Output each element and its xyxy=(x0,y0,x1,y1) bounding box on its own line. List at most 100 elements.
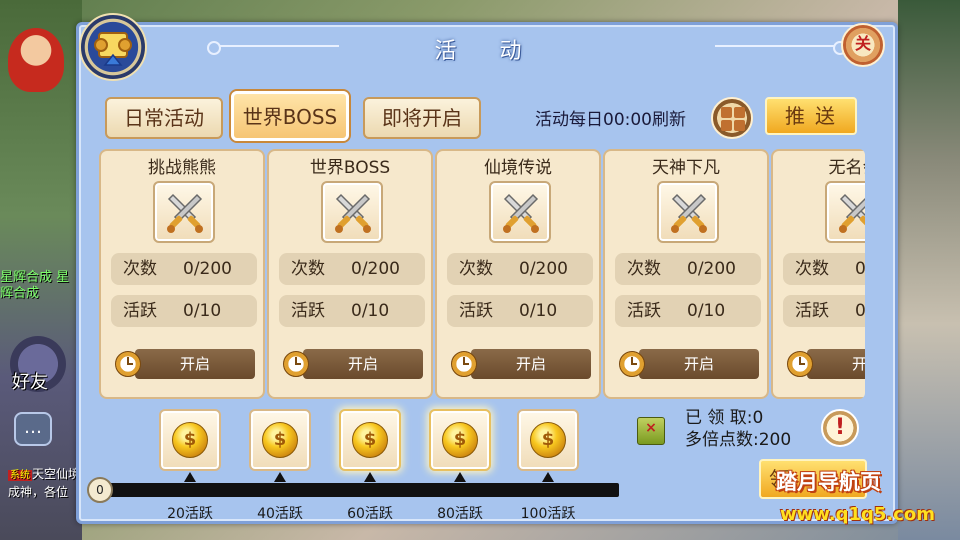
card-title: 挑战熊熊 xyxy=(148,158,216,178)
reward-chest-100[interactable] xyxy=(517,409,579,471)
scroll-emblem-icon xyxy=(79,13,147,81)
milestone-label: 40活跃 xyxy=(257,506,303,522)
count-row: 次数 0/200 xyxy=(111,253,257,285)
chat-preview[interactable]: 系统 天空仙境成神，各位 xyxy=(8,466,84,500)
count-label: 次数 xyxy=(123,259,157,279)
coin-icon xyxy=(352,422,388,458)
activity-card[interactable]: 世界BOSS 次数 0/200 活跃 0/10 开启 xyxy=(267,149,433,399)
fortune-god-avatar[interactable] xyxy=(8,28,64,92)
count-row: 次数 0/200 xyxy=(783,253,865,285)
count-label: 次数 xyxy=(627,259,661,279)
close-button[interactable]: 关 xyxy=(841,23,885,67)
reward-chest-60[interactable] xyxy=(339,409,401,471)
card-title: 无名会 xyxy=(828,158,866,178)
card-title: 仙境传说 xyxy=(484,158,552,178)
activity-card[interactable]: 天神下凡 次数 0/200 活跃 0/10 开启 xyxy=(603,149,769,399)
tab-world-boss[interactable]: 世界BOSS xyxy=(231,91,349,141)
chat-tag: 系统 xyxy=(8,470,32,481)
activity-value: 0/10 xyxy=(519,301,558,321)
milestone-label: 100活跃 xyxy=(520,506,576,522)
activity-label: 活跃 xyxy=(795,301,829,321)
multiplier-points: 多倍点数:200 xyxy=(685,430,792,450)
clock-icon xyxy=(619,351,645,377)
count-value: 0/200 xyxy=(183,259,232,279)
track-tick xyxy=(542,472,554,482)
count-row: 次数 0/200 xyxy=(447,253,593,285)
coin-icon xyxy=(172,422,208,458)
milestone-label: 80活跃 xyxy=(437,506,483,522)
background-right xyxy=(898,0,960,540)
clock-icon xyxy=(787,351,813,377)
activity-value: 0/10 xyxy=(183,301,222,321)
card-title: 天神下凡 xyxy=(652,158,720,178)
track-tick xyxy=(184,472,196,482)
claimed-count: 已 领 取:0 xyxy=(685,408,764,428)
activity-row: 活跃 0/10 xyxy=(447,295,593,327)
push-button[interactable]: 推送 xyxy=(765,97,857,135)
open-button[interactable]: 开启 xyxy=(471,349,591,379)
reward-chest-20[interactable] xyxy=(159,409,221,471)
clock-icon xyxy=(115,351,141,377)
milestone-label: 60活跃 xyxy=(347,506,393,522)
open-button[interactable]: 开启 xyxy=(135,349,255,379)
panel-title: 活 动 xyxy=(434,39,540,64)
count-value: 0/200 xyxy=(687,259,736,279)
count-row: 次数 0/200 xyxy=(615,253,761,285)
open-button[interactable]: 开启 xyxy=(303,349,423,379)
activity-label: 活跃 xyxy=(459,301,493,321)
activity-card-strip[interactable]: 挑战熊熊 次数 0/200 活跃 0/10 开启 世界BOSS 次数 0/200 活跃… xyxy=(99,149,865,399)
grid-icon-cell xyxy=(734,107,745,118)
activity-row: 活跃 0/10 xyxy=(279,295,425,327)
chat-icon[interactable]: … xyxy=(14,412,52,446)
crossed-swords-icon xyxy=(321,181,383,243)
title-ornament-right xyxy=(715,41,847,55)
info-icon[interactable]: ! xyxy=(821,409,859,447)
multiplier-chest-icon xyxy=(637,417,665,445)
count-value: 0/200 xyxy=(351,259,400,279)
track-tick xyxy=(364,472,376,482)
open-button[interactable]: 开启 xyxy=(639,349,759,379)
coin-icon xyxy=(442,422,478,458)
activity-panel: 活 动 关 日常活动 世界BOSS 即将开启 活动每日00:00刷新 推送 挑战… xyxy=(76,13,898,524)
friend-label[interactable]: 好友 xyxy=(12,368,48,394)
milestone-label: 20活跃 xyxy=(167,506,213,522)
activity-value: 0/10 xyxy=(687,301,726,321)
watermark-url: www.q1q5.com xyxy=(780,504,936,525)
count-label: 次数 xyxy=(459,259,493,279)
activity-value: 0/10 xyxy=(351,301,390,321)
activity-card[interactable]: 挑战熊熊 次数 0/200 活跃 0/10 开启 xyxy=(99,149,265,399)
side-text: 星辉合成 星辉合成 xyxy=(0,270,70,301)
reward-chest-80[interactable] xyxy=(429,409,491,471)
activity-value: 0/10 xyxy=(855,301,865,321)
tab-upcoming[interactable]: 即将开启 xyxy=(363,97,481,139)
count-value: 0/200 xyxy=(519,259,568,279)
activity-progress-track xyxy=(93,483,619,497)
grid-menu-button[interactable] xyxy=(711,97,753,139)
activity-label: 活跃 xyxy=(291,301,325,321)
crossed-swords-icon xyxy=(153,181,215,243)
count-label: 次数 xyxy=(795,259,829,279)
title-bar: 活 动 xyxy=(79,25,895,75)
reward-chest-40[interactable] xyxy=(249,409,311,471)
count-value: 0/200 xyxy=(855,259,865,279)
crossed-swords-icon xyxy=(657,181,719,243)
activity-card[interactable]: 无名会 次数 0/200 活跃 0/10 开启 xyxy=(771,149,865,399)
card-title: 世界BOSS xyxy=(309,158,391,178)
activity-label: 活跃 xyxy=(123,301,157,321)
track-tick xyxy=(454,472,466,482)
coin-icon xyxy=(530,422,566,458)
claim-summary: 已 领 取:0 多倍点数:200 xyxy=(685,407,791,451)
tab-daily[interactable]: 日常活动 xyxy=(105,97,223,139)
coin-icon xyxy=(262,422,298,458)
grid-icon-cell xyxy=(734,120,745,131)
progress-start-marker: 0 xyxy=(87,477,113,503)
activity-row: 活跃 0/10 xyxy=(783,295,865,327)
activity-card[interactable]: 仙境传说 次数 0/200 活跃 0/10 开启 xyxy=(435,149,601,399)
activity-row: 活跃 0/10 xyxy=(615,295,761,327)
count-label: 次数 xyxy=(291,259,325,279)
track-tick xyxy=(274,472,286,482)
clock-icon xyxy=(451,351,477,377)
watermark-title: 踏月导航页 xyxy=(776,470,881,494)
open-button[interactable]: 开启 xyxy=(807,349,865,379)
grid-icon-cell xyxy=(721,107,732,118)
